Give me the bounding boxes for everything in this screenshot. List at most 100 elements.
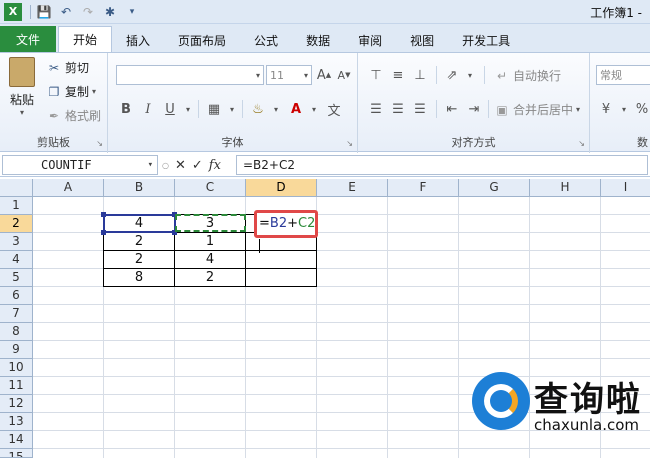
tab-insert[interactable]: 插入 (112, 28, 164, 52)
cell-c3[interactable]: 1 (175, 234, 245, 249)
row-header-8[interactable]: 8 (0, 323, 33, 341)
excel-logo-icon: X (4, 2, 22, 21)
tab-file[interactable]: 文件 (0, 26, 56, 52)
row-header-12[interactable]: 12 (0, 395, 33, 413)
phonetic-icon[interactable]: 文 (324, 99, 344, 119)
window-title: 工作簿1 - (590, 6, 642, 20)
underline-button[interactable]: U (160, 99, 180, 119)
row-header-4[interactable]: 4 (0, 251, 33, 269)
italic-button[interactable]: I (138, 99, 158, 119)
chevron-down-icon[interactable]: ▾ (222, 99, 242, 119)
fill-color-icon[interactable]: ♨ (248, 99, 268, 119)
row-header-10[interactable]: 10 (0, 359, 33, 377)
resize-handle-icon[interactable]: ○ (162, 161, 169, 170)
save-icon[interactable]: 💾 (35, 3, 53, 21)
column-header-b[interactable]: B (104, 179, 175, 197)
insert-function-button[interactable]: fx (209, 158, 221, 173)
reference-highlight-c2 (175, 214, 246, 232)
resize-handle[interactable] (101, 212, 106, 217)
row-header-5[interactable]: 5 (0, 269, 33, 287)
tab-developer[interactable]: 开发工具 (448, 28, 524, 52)
row-header-11[interactable]: 11 (0, 377, 33, 395)
gridline (33, 304, 650, 305)
column-header-c[interactable]: C (175, 179, 246, 197)
align-right-icon[interactable]: ☰ (410, 99, 430, 119)
cut-button[interactable]: ✂ 剪切 (46, 59, 89, 76)
tools-icon[interactable]: ✱ (101, 3, 119, 21)
column-header-e[interactable]: E (317, 179, 388, 197)
cell-d2-editor[interactable]: =B2+C2 (254, 210, 318, 253)
row-header-1[interactable]: 1 (0, 197, 33, 215)
align-middle-icon[interactable]: ≡ (388, 65, 408, 85)
scissors-icon: ✂ (48, 60, 60, 75)
tab-home[interactable]: 开始 (58, 26, 113, 52)
align-top-icon[interactable]: ⊤ (366, 65, 386, 85)
alignment-group-label: 对齐方式 (451, 136, 496, 149)
dialog-launcher-icon[interactable]: ↘ (578, 139, 585, 148)
chevron-down-icon[interactable]: ▾ (178, 99, 198, 119)
chevron-down-icon[interactable]: ▾ (614, 99, 634, 119)
align-bottom-icon[interactable]: ⊥ (410, 65, 430, 85)
cancel-icon[interactable]: ✕ (175, 158, 186, 173)
cell-b5[interactable]: 8 (104, 270, 174, 285)
row-header-6[interactable]: 6 (0, 287, 33, 305)
font-name-select[interactable]: ▾ (116, 65, 264, 85)
orientation-icon[interactable]: ⇗ (442, 65, 462, 85)
font-color-icon[interactable]: A (286, 99, 306, 119)
align-left-icon[interactable]: ☰ (366, 99, 386, 119)
select-all-button[interactable] (0, 179, 33, 197)
dialog-launcher-icon[interactable]: ↘ (346, 139, 353, 148)
wrap-text-button[interactable]: ↵ 自动换行 (494, 67, 561, 84)
name-box[interactable]: COUNTIF ▾ (2, 155, 158, 175)
decrease-indent-icon[interactable]: ⇤ (442, 99, 462, 119)
column-header-i[interactable]: I (601, 179, 650, 197)
reference-highlight-b2 (103, 214, 176, 233)
column-header-f[interactable]: F (388, 179, 459, 197)
undo-icon[interactable]: ↶ (57, 3, 75, 21)
percent-icon[interactable]: % (632, 99, 650, 119)
tab-view[interactable]: 视图 (396, 28, 448, 52)
cell-c4[interactable]: 4 (175, 252, 245, 267)
merge-center-button[interactable]: ▣ 合并后居中 ▾ (494, 101, 580, 118)
column-header-h[interactable]: H (530, 179, 601, 197)
resize-handle[interactable] (101, 230, 106, 235)
row-header-14[interactable]: 14 (0, 431, 33, 449)
row-header-3[interactable]: 3 (0, 233, 33, 251)
row-header-13[interactable]: 13 (0, 413, 33, 431)
chevron-down-icon[interactable]: ▾ (304, 99, 324, 119)
redo-icon[interactable]: ↷ (79, 3, 97, 21)
copy-button[interactable]: ❐ 复制 ▾ (46, 83, 96, 100)
format-painter-button[interactable]: ✒ 格式刷 (46, 107, 101, 124)
paste-button[interactable]: 粘贴 ▾ (6, 57, 38, 117)
bold-button[interactable]: B (116, 99, 136, 119)
dialog-launcher-icon[interactable]: ↘ (96, 139, 103, 148)
enter-icon[interactable]: ✓ (192, 158, 203, 173)
row-header-15[interactable]: 15 (0, 449, 33, 458)
borders-icon[interactable]: ▦ (204, 99, 224, 119)
cell-c5[interactable]: 2 (175, 270, 245, 285)
tab-data[interactable]: 数据 (292, 28, 344, 52)
chevron-down-icon[interactable]: ▾ (460, 65, 480, 85)
row-header-2[interactable]: 2 (0, 215, 33, 233)
row-header-9[interactable]: 9 (0, 341, 33, 359)
cell-b3[interactable]: 2 (104, 234, 174, 249)
tab-formulas[interactable]: 公式 (240, 28, 292, 52)
font-size-select[interactable]: 11 ▾ (266, 65, 312, 85)
grow-font-icon[interactable]: A ▲ (314, 65, 334, 85)
customize-toolbar-icon[interactable]: ▾ (123, 3, 141, 21)
chevron-down-icon[interactable]: ▾ (266, 99, 286, 119)
column-header-g[interactable]: G (459, 179, 530, 197)
increase-indent-icon[interactable]: ⇥ (464, 99, 484, 119)
cell-b4[interactable]: 2 (104, 252, 174, 267)
gridline (33, 340, 650, 341)
tab-review[interactable]: 审阅 (344, 28, 396, 52)
tab-page-layout[interactable]: 页面布局 (164, 28, 240, 52)
shrink-font-icon[interactable]: A ▼ (334, 65, 354, 85)
number-format-select[interactable]: 常规 (596, 65, 650, 85)
align-center-icon[interactable]: ☰ (388, 99, 408, 119)
row-header-7[interactable]: 7 (0, 305, 33, 323)
column-header-a[interactable]: A (33, 179, 104, 197)
column-header-d[interactable]: D (246, 179, 317, 197)
currency-icon[interactable]: ¥ (596, 99, 616, 119)
formula-input[interactable]: =B2+C2 (236, 155, 648, 175)
